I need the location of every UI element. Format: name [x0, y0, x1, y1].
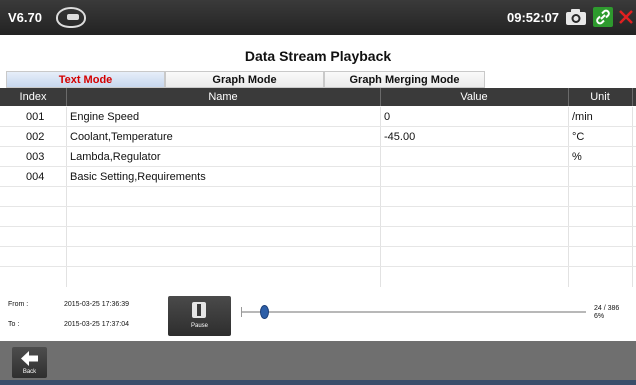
row-unit: % — [572, 151, 582, 163]
row-name: Lambda,Regulator — [70, 151, 161, 163]
pause-label: Pause — [190, 323, 208, 329]
row-name: Basic Setting,Requirements — [70, 171, 206, 183]
table-row — [0, 267, 636, 287]
back-arrow-icon — [21, 351, 38, 366]
clock: 09:52:07 — [507, 10, 560, 25]
row-name: Engine Speed — [70, 111, 140, 123]
row-index: 003 — [26, 151, 45, 163]
row-index: 001 — [26, 111, 45, 123]
row-index: 002 — [26, 131, 45, 143]
playback-percent: 6% — [594, 313, 605, 320]
table-row[interactable]: 001 Engine Speed 0 /min — [0, 107, 636, 127]
column-header-value: Value — [460, 91, 488, 103]
row-unit: /min — [572, 111, 593, 123]
top-bar: V6.70 09:52:07 — [0, 0, 636, 35]
row-name: Coolant,Temperature — [70, 131, 173, 143]
version-label: V6.70 — [8, 10, 42, 25]
table-row — [0, 207, 636, 227]
playback-slider-thumb[interactable] — [260, 305, 269, 319]
row-unit: °C — [572, 131, 585, 143]
table-row[interactable]: 004 Basic Setting,Requirements — [0, 167, 636, 187]
column-header-unit: Unit — [590, 91, 610, 103]
back-button[interactable]: Back — [12, 347, 47, 378]
camera-icon[interactable] — [564, 6, 588, 28]
row-value: 0 — [384, 111, 391, 123]
bottom-bar — [0, 341, 636, 385]
back-label: Back — [22, 369, 37, 375]
to-label: To : — [8, 321, 20, 328]
pause-button[interactable]: Pause — [168, 296, 231, 336]
mode-tabs: Text Mode Graph Mode Graph Merging Mode — [6, 71, 485, 88]
taskbar-strip — [0, 380, 636, 385]
table-row — [0, 227, 636, 247]
from-label: From : — [8, 301, 29, 308]
tab-text-mode[interactable]: Text Mode — [6, 71, 165, 88]
data-stream-table: 001 Engine Speed 0 /min 002 Coolant,Temp… — [0, 107, 636, 287]
table-row[interactable]: 002 Coolant,Temperature -45.00 °C — [0, 127, 636, 147]
row-value: -45.00 — [384, 131, 416, 143]
from-time: 2015-03-25 17:36:39 — [64, 301, 129, 308]
to-time: 2015-03-25 17:37:04 — [64, 321, 129, 328]
vci-connector-icon — [56, 7, 86, 28]
row-index: 004 — [26, 171, 45, 183]
tab-graph-merging-mode[interactable]: Graph Merging Mode — [324, 71, 485, 88]
playback-position: 24 / 386 — [594, 305, 620, 312]
column-header-index: Index — [19, 91, 47, 103]
playback-slider-start — [241, 307, 242, 317]
playback-slider-track[interactable] — [241, 311, 586, 313]
tab-graph-mode[interactable]: Graph Mode — [165, 71, 324, 88]
table-row — [0, 187, 636, 207]
table-header: Index Name Value Unit — [0, 88, 636, 106]
link-icon[interactable] — [591, 6, 615, 28]
table-row — [0, 247, 636, 267]
close-icon[interactable] — [616, 6, 636, 28]
column-header-name: Name — [208, 91, 238, 103]
page-title: Data Stream Playback — [244, 48, 392, 64]
pause-icon — [192, 302, 206, 318]
table-row[interactable]: 003 Lambda,Regulator % — [0, 147, 636, 167]
